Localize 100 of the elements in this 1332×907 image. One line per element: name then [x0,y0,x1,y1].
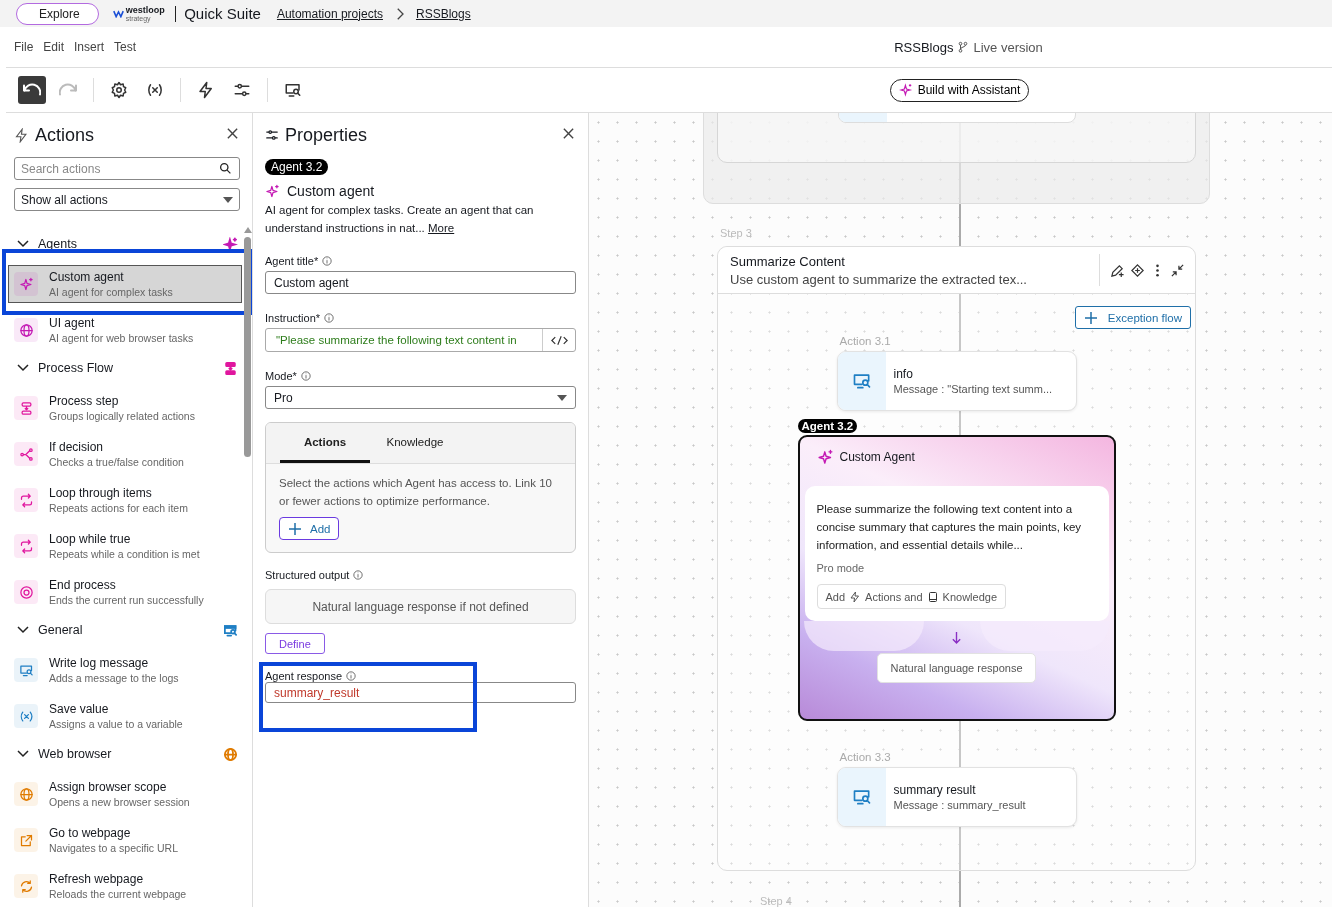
define-button[interactable]: Define [265,633,325,654]
sliders-icon [265,128,279,142]
tab[interactable]: Knowledge [370,423,460,463]
step-label: Step 3 [720,227,752,239]
agent-response-field[interactable]: summary_result [265,682,576,703]
caret-icon [223,196,233,203]
panel-title: Properties [285,124,369,146]
action-item[interactable]: Assign browser scope Opens a new browser session [8,775,242,813]
action-title: Write log message [49,656,150,670]
action-title: Refresh webpage [49,872,145,886]
step-title: Summarize Content [730,253,846,269]
agent-description: AI agent for complex tasks. Create an agent that can understand instructions in nat... More [265,203,535,236]
settings-icon [110,81,128,99]
explore-button[interactable]: Explore [16,2,99,25]
search-icon [219,162,232,175]
tab-description: Select the actions which Agent has access to. Link 10 or fewer actions to optimize performance. [279,476,553,509]
sliders-icon [233,81,251,99]
action-title: End process [49,578,117,592]
action-title: Assign browser scope [49,780,168,794]
add-actions-button[interactable]: Add Actions and Knowledge [816,584,1006,609]
step-label: Step 4 [760,895,792,907]
action-item[interactable]: UI agent AI agent for web browser tasks [8,311,242,349]
field-label: Agent title* [265,255,319,267]
group-header[interactable]: Agents [38,237,77,251]
more-link[interactable]: More [428,222,455,234]
action-item[interactable]: If decision Checks a true/false condition [8,435,242,473]
action-item[interactable]: Refresh webpage Reloads the current webpage [8,867,242,905]
diamond-icon[interactable] [1130,262,1145,278]
branch-icon [958,41,969,53]
arrow-down-icon [951,630,962,644]
plus-icon [288,521,302,536]
tab[interactable]: Actions [280,423,370,463]
action-item[interactable]: Custom agent AI agent for complex tasks [8,265,242,303]
action-item[interactable]: Loop while true Repeats while a condition is met [8,527,242,565]
action-description: Repeats actions for each item [49,502,188,514]
info-icon [300,371,311,381]
node-title: info [893,367,914,381]
code-icon [550,334,568,346]
variable-icon [146,81,164,99]
lightning-icon [197,81,215,99]
book-icon [926,590,939,603]
step-description: Use custom agent to summarize the extracted tex... [730,271,1028,287]
action-title: Custom agent [49,270,125,284]
action-item[interactable]: Go to webpage Navigates to a specific URL [8,821,242,859]
filter-dropdown[interactable]: Show all actions [14,188,240,211]
toolbar-button[interactable] [18,76,46,104]
info-icon [322,256,333,266]
action-description: Navigates to a specific URL [49,842,178,854]
action-title: If decision [49,440,105,454]
action-description: Ends the current run successfully [49,594,204,606]
document-name: RSSBlogs [894,39,954,55]
menu-item[interactable]: Test [110,38,141,56]
action-description: Repeats while a condition is met [49,548,200,560]
lightning-icon [849,590,862,603]
breadcrumb-link[interactable]: Automation projects [276,6,383,21]
action-item[interactable]: Loop through items Repeats actions for each item [8,481,242,519]
field-label: Agent response [265,670,343,682]
monitor-search-icon [851,371,872,391]
action-title: Go to webpage [49,826,132,840]
output-pill: Natural language response [877,653,1036,683]
node-title: summary result [893,783,977,797]
sparkle-icon [816,448,834,466]
menu-item[interactable]: File [10,38,38,56]
info-icon [324,313,335,323]
menu-item[interactable]: Insert [70,38,109,56]
action-node[interactable]: info Message : "Starting text summ... [836,351,1077,411]
product-name: Quick Suite [184,5,261,22]
mode-dropdown[interactable]: Pro [265,386,576,409]
breadcrumb-link[interactable]: RSSBlogs [415,6,471,21]
action-item[interactable]: Write log message Adds a message to the logs [8,651,242,689]
build-with-assistant-button[interactable]: Build with Assistant [889,78,1030,102]
exception-flow-button[interactable]: Exception flow [1074,306,1191,329]
info-icon [346,671,357,681]
plus-icon [1083,310,1098,325]
structured-output-box: Natural language response if not defined [265,589,576,624]
group-header[interactable]: Process Flow [38,361,114,375]
action-description: Adds a message to the logs [49,672,179,684]
field-label: Instruction* [265,312,321,324]
instruction-field[interactable]: "Please summarize the following text content in [265,328,576,352]
group-header[interactable]: Web browser [38,747,112,761]
add-button[interactable]: Add [279,517,340,540]
collapse-icon[interactable] [1170,262,1185,278]
text-field[interactable]: Custom agent [265,271,576,294]
action-description: AI agent for complex tasks [49,286,173,298]
action-item[interactable]: Save value Assigns a value to a variable [8,697,242,735]
scroll-arrow-icon[interactable] [244,227,252,233]
agent-node[interactable] [797,435,1116,721]
scrollbar-thumb[interactable] [244,237,251,457]
search-field[interactable]: Search actions [14,157,240,180]
action-item[interactable]: Process step Groups logically related actions [8,389,242,427]
group-header[interactable]: General [38,623,83,637]
agent-badge: Agent 3.2 [265,159,329,175]
action-node[interactable]: summary result Message : summary_result [836,767,1077,827]
edit-icon[interactable] [1110,262,1125,278]
monitor-search-icon [284,81,302,99]
agent-badge: Agent 3.2 [797,419,858,433]
action-item[interactable]: End process Ends the current run successfully [8,573,242,611]
action-description: Checks a true/false condition [49,456,184,468]
menu-item[interactable]: Edit [39,38,69,56]
action-description: Groups logically related actions [49,410,195,422]
